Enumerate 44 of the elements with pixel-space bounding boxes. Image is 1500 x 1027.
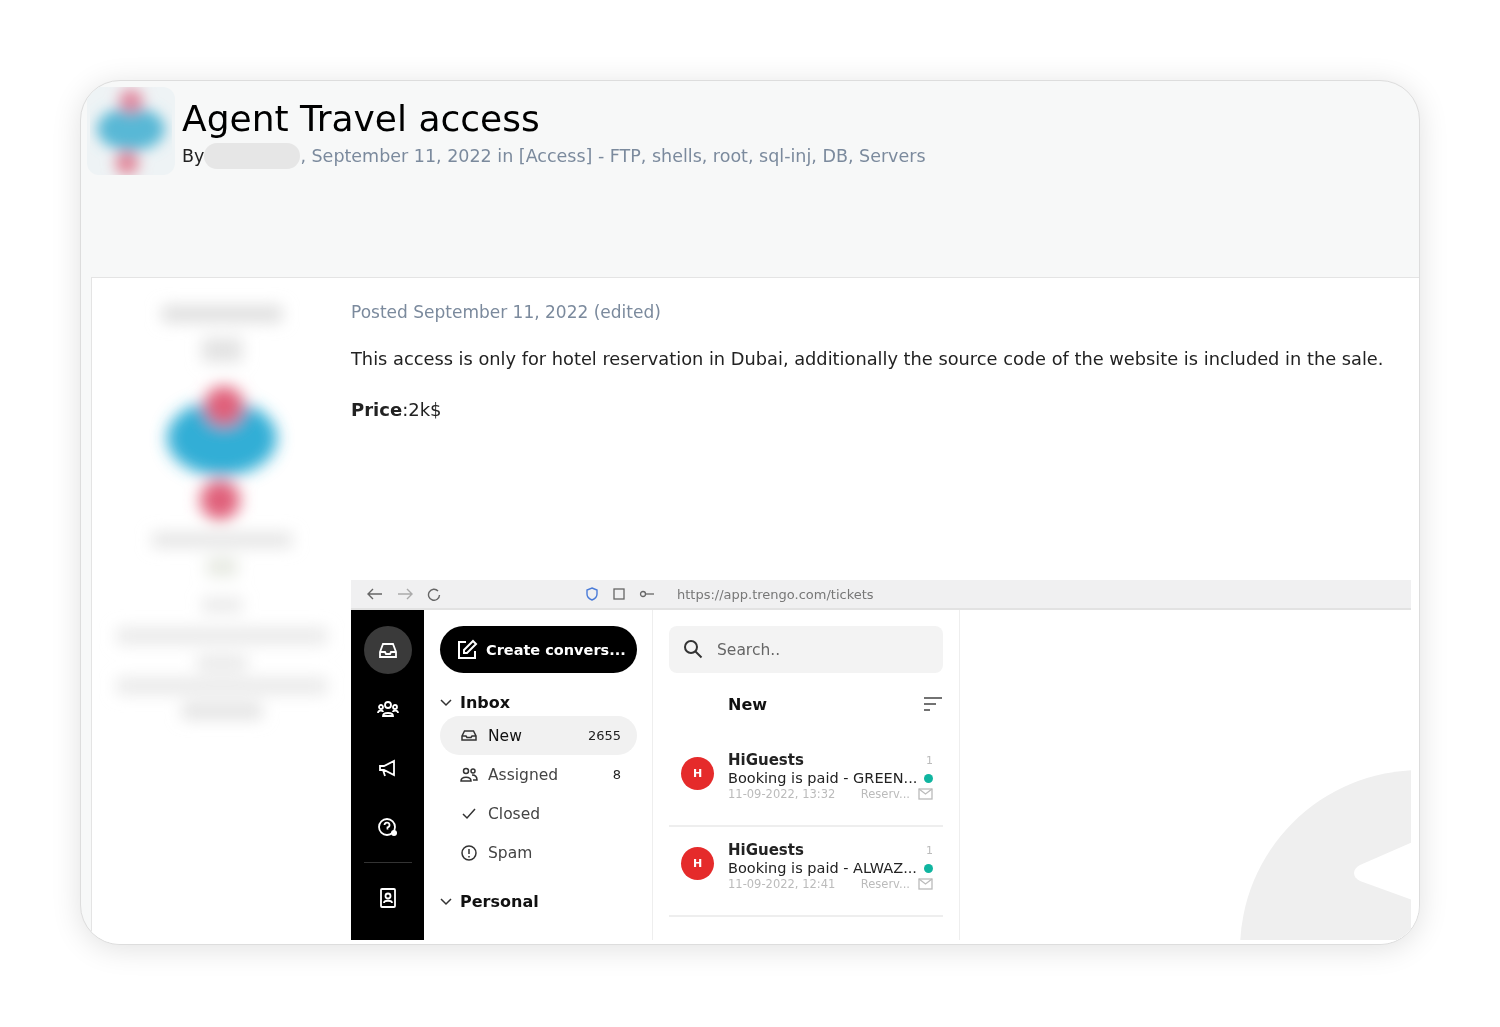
ticket-subject: Booking is paid - ALWAZ...	[728, 860, 917, 876]
topic-meta: , September 11, 2022 in [Access] - FTP, shells, root, sql-inj, DB, Servers	[300, 146, 926, 166]
people-icon	[460, 765, 478, 784]
forward-icon	[397, 588, 413, 600]
folder-item[interactable]: Assigned 8	[440, 755, 637, 794]
message-count: 1	[926, 843, 933, 857]
sender-name: HiGuests	[728, 841, 804, 859]
folder-item[interactable]: New 2655	[440, 716, 637, 755]
avatar-badge: H	[681, 757, 714, 790]
key-icon	[639, 589, 655, 599]
shield-icon	[585, 587, 599, 601]
topic-title: Agent Travel access	[182, 97, 541, 141]
message-count: 1	[926, 753, 933, 767]
mail-icon	[918, 788, 933, 800]
reload-icon	[427, 587, 441, 601]
back-icon	[367, 588, 383, 600]
section-header[interactable]: Inbox	[440, 693, 636, 712]
ticket-row[interactable]: H HiGuests 1 Booking is paid - GREEN... 11-09-2022, 13:32 Reserv...	[669, 737, 943, 827]
ticket-subject: Booking is paid - GREEN...	[728, 770, 918, 786]
ticket-time: 11-09-2022, 12:41	[728, 877, 836, 891]
sender-name: HiGuests	[728, 751, 804, 769]
inbox-button[interactable]	[363, 626, 412, 674]
byline-label: By	[182, 146, 205, 166]
create-conversation-button[interactable]: Create convers...	[440, 626, 637, 673]
ticket-time: 11-09-2022, 13:32	[728, 787, 836, 801]
page-icon	[613, 588, 625, 600]
avatar-badge: H	[681, 847, 714, 880]
post-text: This access is only for hotel reservation in Dubai, additionally the source code of the website is included in the sale.	[351, 348, 1385, 369]
section-header[interactable]: Personal	[440, 892, 636, 911]
ticket-row[interactable]: H HiGuests 1 Booking is paid - ALWAZ... 11-09-2022, 12:41 Reserv...	[669, 827, 943, 917]
warning-icon	[460, 843, 478, 862]
price-text: Price:2k$	[351, 399, 443, 420]
folder-item[interactable]: Spam	[440, 833, 637, 872]
post-date: Posted September 11, 2022 (edited)	[351, 302, 662, 322]
folder-item[interactable]: Closed	[440, 794, 637, 833]
channel-name: Reserv...	[860, 787, 910, 801]
mail-icon	[918, 878, 933, 890]
search-field[interactable]: Search..	[669, 626, 943, 673]
edit-icon	[456, 638, 478, 661]
channel-name: Reserv...	[860, 877, 910, 891]
address-bar[interactable]: https://app.trengo.com/tickets	[677, 586, 874, 602]
sort-icon[interactable]	[923, 697, 943, 711]
help-icon	[375, 815, 400, 839]
list-title: New	[728, 694, 768, 714]
